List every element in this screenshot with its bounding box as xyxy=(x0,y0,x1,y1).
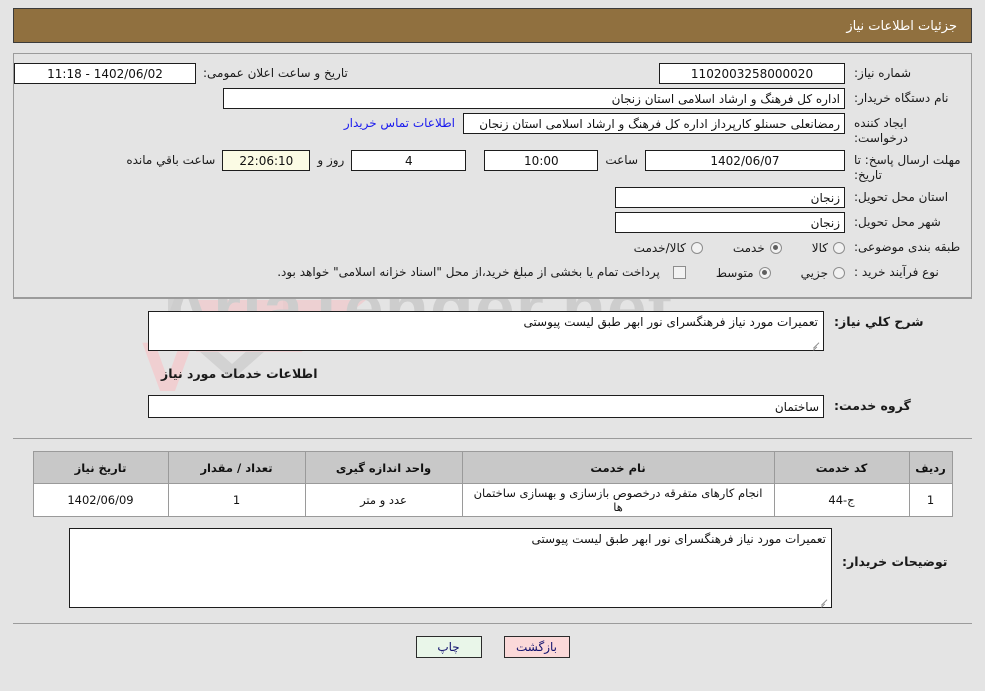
label-general-description: شرح کلي نیاز: xyxy=(834,314,924,329)
label-buyer-notes: توضیحات خریدار: xyxy=(842,554,948,569)
column-header-index: ردیف xyxy=(908,451,953,484)
cell-unit: عدد و متر xyxy=(304,483,463,517)
label-deadline-hour: ساعت xyxy=(605,153,638,167)
radio-goods-icon[interactable] xyxy=(833,241,845,254)
general-description-panel: شرح کلي نیاز: تعمیرات مورد نیاز فرهنگسرا… xyxy=(13,298,972,426)
label-announce-datetime: تاریخ و ساعت اعلان عمومی: xyxy=(203,66,348,80)
back-button[interactable]: بازگشت xyxy=(503,636,570,658)
remaining-countdown-input[interactable] xyxy=(222,150,311,171)
footer-actions: بازگشت چاپ xyxy=(13,623,972,658)
general-description-textarea[interactable]: تعمیرات مورد نیاز فرهنگسرای نور ابهر طبق… xyxy=(148,311,824,351)
label-purchase-process: نوع فرآیند خرید : xyxy=(854,265,939,279)
radio-process-minor[interactable]: جزیي xyxy=(801,266,845,280)
subject-category-radio-group: کالا خدمت کالا/خدمت xyxy=(604,241,845,255)
row-subject-category: طبقه بندی موضوعی: کالا خدمت کالا/خدمت xyxy=(14,237,971,258)
request-creator-input[interactable] xyxy=(463,113,845,134)
row-general-description: شرح کلي نیاز: تعمیرات مورد نیاز فرهنگسرا… xyxy=(13,311,972,354)
radio-category-goods-service[interactable]: کالا/خدمت xyxy=(634,241,703,255)
label-service-group: گروه خدمت: xyxy=(834,398,911,413)
table-header-row: ردیف کد خدمت نام خدمت واحد اندازه گیری ت… xyxy=(32,451,953,484)
label-buyer-organization: نام دستگاه خریدار: xyxy=(854,91,949,105)
row-request-creator: ایجاد کننده درخواست: اطلاعات تماس خریدار xyxy=(14,113,971,146)
treasury-bonds-text: پرداخت تمام یا بخشی از مبلغ خرید،از محل … xyxy=(277,265,660,279)
services-table-section: ردیف کد خدمت نام خدمت واحد اندازه گیری ت… xyxy=(13,438,972,517)
treasury-bonds-checkbox[interactable] xyxy=(672,266,686,279)
deadline-date-input[interactable] xyxy=(645,150,845,171)
row-service-group: گروه خدمت: xyxy=(13,395,972,418)
row-services-section-title: اطلاعات خدمات مورد نیاز xyxy=(13,354,972,395)
radio-minor-icon[interactable] xyxy=(833,266,845,279)
cell-need-date: 1402/06/09 xyxy=(32,483,169,517)
row-buyer-notes: توضیحات خریدار: تعمیرات مورد نیاز فرهنگس… xyxy=(13,528,972,611)
column-header-need-date: تاریخ نیاز xyxy=(32,451,169,484)
purchase-process-radio-group: جزیي متوسط xyxy=(686,266,845,280)
column-header-service-code: کد خدمت xyxy=(773,451,910,484)
radio-medium-icon[interactable] xyxy=(758,266,771,279)
buyer-organization-input[interactable] xyxy=(223,88,845,109)
buyer-contact-link[interactable]: اطلاعات تماس خریدار xyxy=(336,113,463,134)
header-band: جزئیات اطلاعات نیاز xyxy=(0,0,985,43)
row-need-number: شماره نیاز: تاریخ و ساعت اعلان عمومی: xyxy=(14,63,971,84)
label-delivery-province: استان محل تحویل: xyxy=(854,190,949,204)
radio-goods-service-icon[interactable] xyxy=(690,241,703,254)
cell-service-name: انجام کارهای متفرقه درخصوص بازسازی و بهس… xyxy=(461,483,775,517)
need-number-input[interactable] xyxy=(659,63,845,84)
radio-category-goods[interactable]: کالا xyxy=(812,241,845,255)
deadline-hour-input[interactable] xyxy=(484,150,599,171)
cell-quantity: 1 xyxy=(167,483,306,517)
table-row: 1 ج-44 انجام کارهای متفرقه درخصوص بازساز… xyxy=(32,483,953,517)
announce-datetime-input[interactable] xyxy=(14,63,196,84)
remaining-days-input[interactable] xyxy=(351,150,467,171)
label-subject-category: طبقه بندی موضوعی: xyxy=(854,240,961,254)
service-group-input[interactable] xyxy=(148,395,824,418)
services-table: ردیف کد خدمت نام خدمت واحد اندازه گیری ت… xyxy=(32,451,953,517)
print-button[interactable]: چاپ xyxy=(415,636,482,658)
radio-service-icon[interactable] xyxy=(769,241,782,254)
row-delivery-city: شهر محل تحویل: xyxy=(14,212,971,233)
column-header-unit: واحد اندازه گیری xyxy=(304,451,463,484)
label-delivery-city: شهر محل تحویل: xyxy=(854,215,941,229)
label-request-creator: ایجاد کننده درخواست: xyxy=(854,116,908,145)
label-remaining-days: روز و xyxy=(317,153,345,167)
buyer-notes-textarea[interactable]: تعمیرات مورد نیاز فرهنگسرای نور ابهر طبق… xyxy=(69,528,832,608)
radio-minor-label: جزیي xyxy=(800,265,828,280)
radio-medium-label: متوسط xyxy=(715,265,754,280)
services-section-title: اطلاعات خدمات مورد نیاز xyxy=(161,366,318,381)
row-buyer-organization: نام دستگاه خریدار: xyxy=(14,88,971,109)
row-delivery-province: استان محل تحویل: xyxy=(14,187,971,208)
row-response-deadline: مهلت ارسال پاسخ: تا تاریخ: ساعت روز و سا… xyxy=(14,150,971,183)
label-remaining-hours: ساعت باقي مانده xyxy=(126,153,216,167)
radio-category-service[interactable]: خدمت xyxy=(733,241,782,255)
label-response-deadline: مهلت ارسال پاسخ: تا تاریخ: xyxy=(854,153,961,182)
column-header-quantity: تعداد / مقدار xyxy=(167,451,306,484)
delivery-province-input[interactable] xyxy=(615,187,845,208)
need-info-panel: شماره نیاز: تاریخ و ساعت اعلان عمومی: نا… xyxy=(13,53,972,298)
column-header-service-name: نام خدمت xyxy=(461,451,775,484)
row-purchase-process: نوع فرآیند خرید : جزیي متوسط پرداخت تمام… xyxy=(14,262,971,283)
radio-goods-label: کالا xyxy=(811,240,828,255)
page-title: جزئیات اطلاعات نیاز xyxy=(13,8,972,43)
cell-index: 1 xyxy=(908,483,953,517)
buyer-notes-section: توضیحات خریدار: تعمیرات مورد نیاز فرهنگس… xyxy=(13,528,972,611)
label-need-number: شماره نیاز: xyxy=(854,66,911,80)
radio-goods-service-label: کالا/خدمت xyxy=(633,240,686,255)
radio-process-medium[interactable]: متوسط xyxy=(716,266,771,280)
cell-service-code: ج-44 xyxy=(773,483,910,517)
page-root: جزئیات اطلاعات نیاز شماره نیاز: تاریخ و … xyxy=(0,0,985,658)
delivery-city-input[interactable] xyxy=(615,212,845,233)
radio-service-label: خدمت xyxy=(732,240,765,255)
